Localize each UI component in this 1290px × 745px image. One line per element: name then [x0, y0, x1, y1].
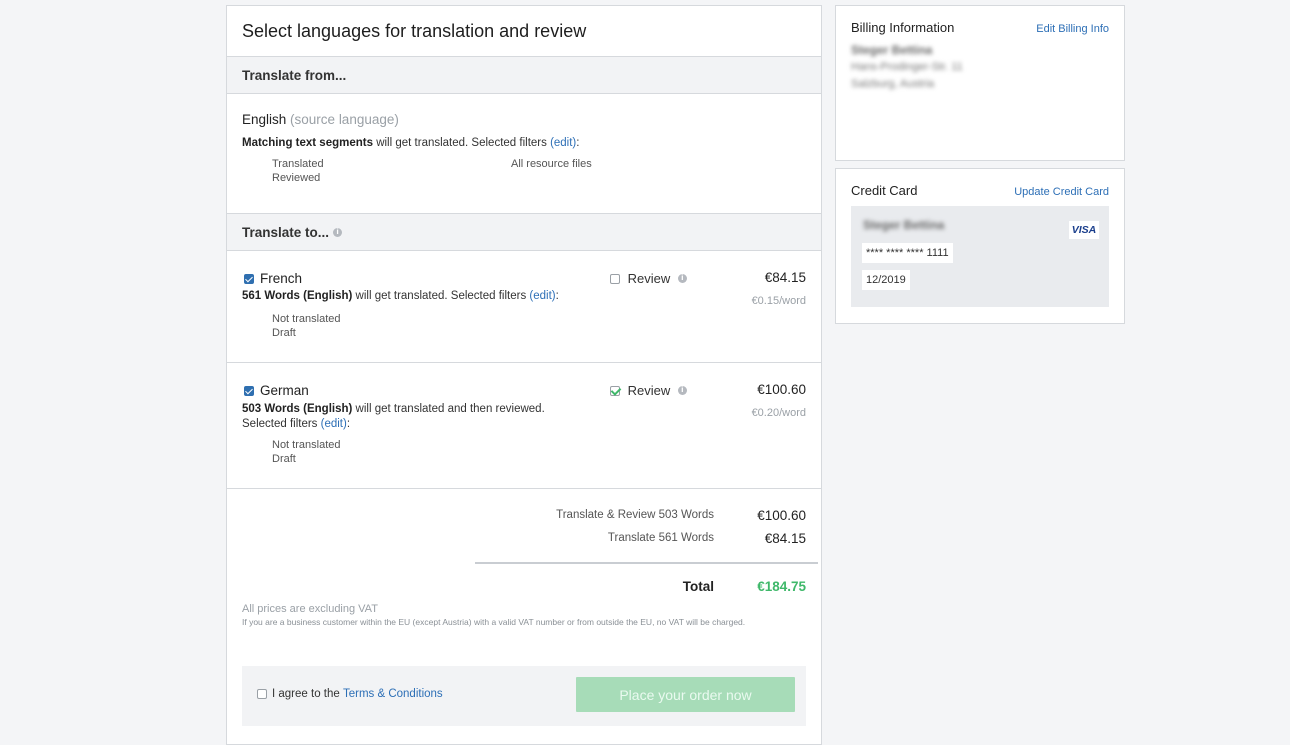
page-title: Select languages for translation and rev… — [227, 6, 821, 57]
matching-segments-label: Matching text segments — [242, 137, 373, 149]
source-filter-text: Matching text segments will get translat… — [242, 137, 806, 149]
billing-street: Hans-Prodinger-Str. 11 — [851, 61, 963, 73]
german-filters: Not translated Draft — [242, 438, 340, 466]
price-summary: Translate & Review 503 Words €100.60 Tra… — [227, 489, 821, 726]
summary-line-label: Translate 561 Words — [607, 532, 714, 544]
french-review-toggle[interactable]: Review i — [610, 270, 687, 286]
info-icon[interactable]: i — [677, 274, 687, 284]
german-review-checkbox[interactable] — [610, 385, 620, 396]
translate-to-label: Translate to... — [242, 224, 330, 240]
german-edit-filters-link[interactable]: (edit) — [321, 418, 347, 430]
german-review-toggle[interactable]: Review i — [610, 382, 687, 398]
german-checkbox[interactable] — [244, 385, 254, 396]
french-checkbox[interactable] — [244, 273, 254, 284]
filter-item: Not translated — [272, 439, 341, 451]
total-label: Total — [682, 579, 714, 594]
filter-item: Draft — [272, 453, 296, 465]
summary-line-label: Translate & Review 503 Words — [556, 509, 714, 521]
translate-from-header: Translate from... — [227, 57, 821, 94]
filter-item: All resource files — [511, 158, 592, 170]
update-credit-card-link[interactable]: Update Credit Card — [1014, 186, 1109, 198]
info-icon[interactable]: i — [677, 386, 687, 396]
target-language-german: German Review i €100.60 €0.20/word 503 W… — [227, 363, 821, 489]
german-name: German — [260, 383, 309, 399]
vat-detail: If you are a business customer within th… — [242, 617, 746, 627]
filter-item: Not translated — [272, 313, 341, 325]
card-number: **** **** **** 1111 — [862, 243, 953, 263]
french-name: French — [260, 271, 303, 287]
german-description-text: will get translated and then reviewed. — [352, 403, 545, 415]
french-word-count: 561 Words (English) — [242, 290, 353, 302]
german-per-word: €0.20/word — [751, 407, 806, 419]
credit-card-title: Credit Card — [851, 183, 918, 198]
billing-info-panel: Billing Information Edit Billing Info St… — [835, 5, 1125, 161]
edit-billing-link[interactable]: Edit Billing Info — [1036, 23, 1109, 35]
german-row: German — [244, 382, 309, 400]
filter-item: Reviewed — [272, 172, 321, 184]
french-review-checkbox[interactable] — [610, 273, 620, 284]
billing-city: Salzburg, Austria — [851, 78, 935, 90]
card-expiry: 12/2019 — [862, 270, 910, 290]
german-word-count: 503 Words (English) — [242, 403, 353, 415]
french-filters-status: Not translated Draft — [272, 312, 340, 340]
german-filters-label: Selected filters — [242, 418, 321, 430]
german-description: 503 Words (English) will get translated … — [242, 402, 545, 432]
vat-note: All prices are excluding VAT — [242, 603, 378, 615]
billing-title: Billing Information — [851, 20, 955, 35]
order-bar: I agree to the Terms & Conditions Place … — [242, 666, 806, 726]
terms-agreement: I agree to the Terms & Conditions — [257, 688, 443, 700]
french-description: 561 Words (English) will get translated.… — [242, 290, 559, 302]
french-description-text: will get translated. Selected filters — [352, 290, 530, 302]
french-edit-filters-link[interactable]: (edit) — [529, 290, 555, 302]
source-edit-filters-link[interactable]: (edit) — [550, 137, 576, 149]
summary-line-value: €100.60 — [757, 508, 806, 523]
credit-card-preview: Steger Bettina VISA **** **** **** 1111 … — [851, 206, 1109, 307]
source-language-name: English — [242, 112, 287, 127]
target-language-french: French Review i €84.15 €0.15/word 561 Wo… — [227, 251, 821, 363]
colon: : — [555, 290, 559, 302]
terms-link[interactable]: Terms & Conditions — [343, 688, 443, 700]
colon: : — [346, 418, 351, 430]
translate-to-header: Translate to... i — [227, 214, 821, 251]
german-price: €100.60 — [757, 382, 806, 397]
card-holder: Steger Bettina — [863, 218, 945, 232]
summary-divider — [475, 562, 818, 564]
review-label: Review — [627, 271, 671, 287]
billing-name: Steger Bettina — [851, 43, 933, 57]
review-label: Review — [627, 383, 671, 399]
source-filters: Translated Reviewed All resource files — [242, 157, 806, 185]
total-value: €184.75 — [757, 579, 806, 594]
filter-item: Draft — [272, 327, 296, 339]
source-language: English (source language) — [242, 112, 806, 127]
source-filters-status: Translated Reviewed — [272, 157, 511, 185]
colon: : — [576, 137, 580, 149]
french-filters: Not translated Draft — [242, 312, 340, 340]
order-panel: Select languages for translation and rev… — [226, 5, 822, 745]
info-icon[interactable]: i — [333, 227, 343, 237]
credit-card-panel: Credit Card Update Credit Card Steger Be… — [835, 168, 1125, 324]
french-row: French — [244, 270, 302, 288]
summary-line-value: €84.15 — [764, 531, 806, 546]
filter-item: Translated — [272, 158, 324, 170]
terms-checkbox[interactable] — [257, 689, 267, 699]
french-price: €84.15 — [764, 270, 806, 285]
source-language-block: English (source language) Matching text … — [227, 94, 821, 214]
source-filters-files: All resource files — [511, 157, 592, 185]
source-filter-sentence: will get translated. Selected filters — [373, 137, 551, 149]
french-per-word: €0.15/word — [751, 295, 806, 307]
place-order-button[interactable]: Place your order now — [576, 677, 795, 712]
german-filters-status: Not translated Draft — [272, 438, 340, 466]
source-language-note: (source language) — [290, 112, 399, 127]
visa-logo-icon: VISA — [1069, 221, 1099, 239]
agree-text: I agree to the — [272, 688, 343, 700]
